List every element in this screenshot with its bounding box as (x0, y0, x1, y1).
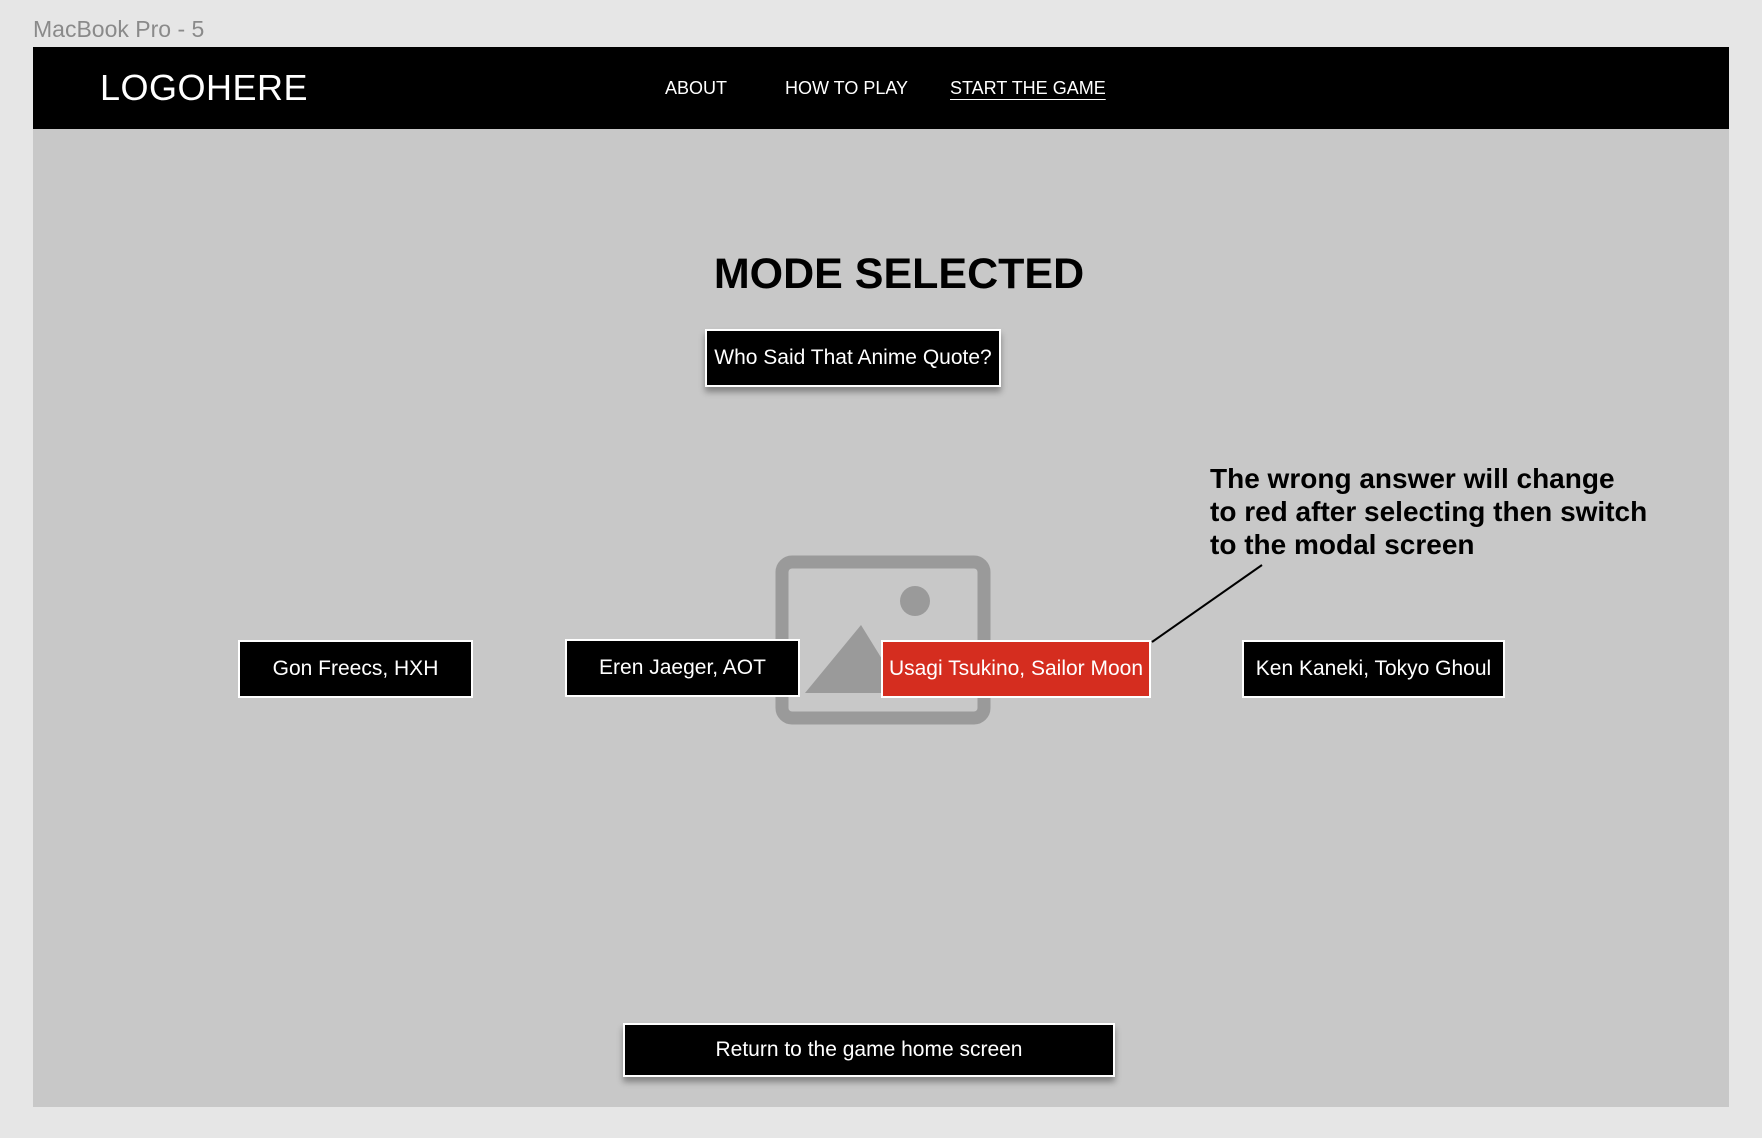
image-sun (900, 586, 930, 616)
nav-about-link[interactable]: ABOUT (665, 78, 727, 99)
artboard: LOGOHERE ABOUT HOW TO PLAY START THE GAM… (33, 47, 1729, 1107)
answer-eren-jaeger-button[interactable]: Eren Jaeger, AOT (565, 639, 800, 697)
annotation-line: to red after selecting then switch (1210, 496, 1648, 527)
mode-button[interactable]: Who Said That Anime Quote? (705, 329, 1001, 387)
answer-gon-freecs-button[interactable]: Gon Freecs, HXH (238, 640, 473, 698)
logo[interactable]: LOGOHERE (100, 67, 308, 109)
annotation-line: The wrong answer will change (1210, 463, 1615, 494)
frame-label: MacBook Pro - 5 (33, 16, 205, 42)
navbar: LOGOHERE ABOUT HOW TO PLAY START THE GAM… (33, 47, 1729, 129)
answer-ken-kaneki-button[interactable]: Ken Kaneki, Tokyo Ghoul (1242, 640, 1505, 698)
return-home-button[interactable]: Return to the game home screen (623, 1023, 1115, 1077)
annotation-line: to the modal screen (1210, 529, 1475, 560)
annotation-note: The wrong answer will change to red afte… (1210, 462, 1647, 561)
mode-title: MODE SELECTED (713, 250, 1085, 298)
nav-start-game-link[interactable]: START THE GAME (950, 78, 1106, 99)
answer-usagi-tsukino-button[interactable]: Usagi Tsukino, Sailor Moon (881, 640, 1151, 698)
nav-how-to-play-link[interactable]: HOW TO PLAY (785, 78, 908, 99)
